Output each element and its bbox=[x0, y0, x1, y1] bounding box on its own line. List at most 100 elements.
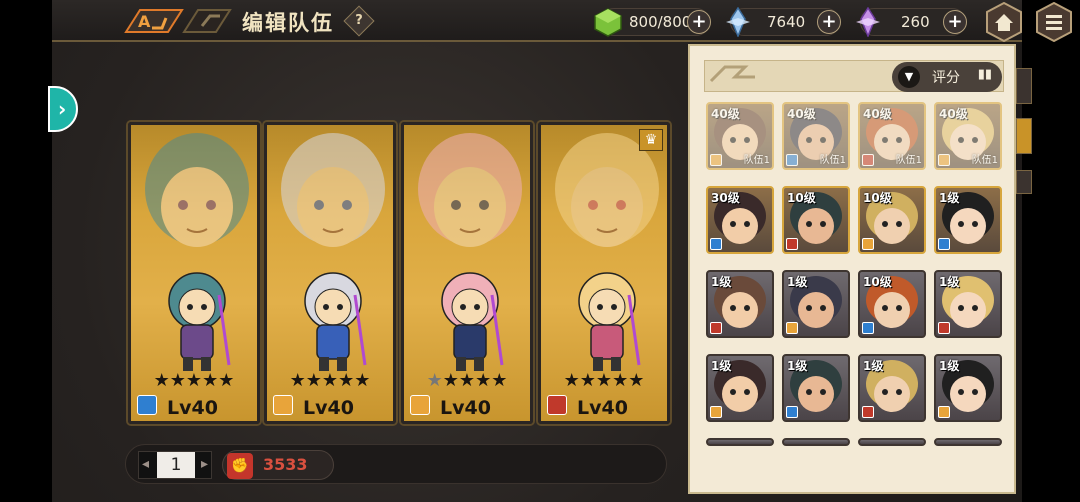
hero-tile-level: 1级 bbox=[711, 359, 732, 373]
hero-tile-level: 40级 bbox=[711, 107, 740, 121]
hero-portrait bbox=[145, 133, 249, 247]
sort-button[interactable]: ▼ 评分 ▮▮ bbox=[892, 62, 1002, 92]
gem-resource: 260 + bbox=[856, 7, 967, 37]
home-button[interactable] bbox=[984, 1, 1024, 43]
filter-icon[interactable]: ▼ bbox=[898, 66, 920, 88]
team-slot-1[interactable]: ★★★★★ Lv40 bbox=[128, 122, 260, 424]
roster-hero-tile-partial[interactable] bbox=[782, 438, 850, 446]
roster-hero-tile[interactable]: 1级 bbox=[934, 354, 1002, 422]
side-tab-2[interactable] bbox=[1016, 118, 1032, 154]
hero-tile-team: 队伍1 bbox=[743, 155, 770, 166]
page-title: 编辑队伍 bbox=[242, 11, 334, 35]
add-gem-button[interactable]: + bbox=[943, 10, 967, 34]
hero-class-icon bbox=[410, 395, 430, 415]
roster-hero-tile[interactable]: 40级 队伍1 bbox=[858, 102, 926, 170]
side-tab-1[interactable] bbox=[1016, 68, 1032, 104]
hero-chibi-sprite bbox=[168, 272, 231, 371]
team-slot-2[interactable]: ★★★★★ Lv40 bbox=[264, 122, 396, 424]
help-button[interactable]: ? bbox=[343, 5, 375, 37]
blue-crystal-icon bbox=[726, 7, 750, 37]
hero-tile-level: 40级 bbox=[787, 107, 816, 121]
green-cube-icon bbox=[594, 8, 622, 37]
hero-tile-level: 30级 bbox=[711, 191, 740, 205]
top-bar: A 编辑队伍 ? 800/800 + 7640 + 260 + bbox=[52, 0, 1022, 42]
fist-icon: ✊ bbox=[227, 453, 253, 479]
hero-tile-level: 1级 bbox=[863, 359, 884, 373]
sort-order-icon: ▮▮ bbox=[977, 67, 992, 82]
hero-class-icon bbox=[938, 154, 950, 166]
help-label: ? bbox=[355, 13, 363, 28]
menu-icon bbox=[1036, 1, 1072, 43]
roster-hero-tile[interactable]: 1级 bbox=[706, 270, 774, 338]
menu-button[interactable] bbox=[1034, 1, 1074, 43]
roster-hero-tile[interactable]: 1级 bbox=[706, 354, 774, 422]
roster-hero-tile-partial[interactable] bbox=[706, 438, 774, 446]
prev-team-icon[interactable]: ◂ bbox=[142, 456, 149, 472]
hero-tile-team: 队伍1 bbox=[895, 155, 922, 166]
team-power: ✊ 3533 bbox=[222, 450, 334, 480]
stamina-resource: 800/800 + bbox=[594, 8, 711, 37]
roster-hero-tile[interactable]: 10级 bbox=[858, 270, 926, 338]
crystal-value: 7640 bbox=[767, 13, 806, 31]
hero-class-icon bbox=[786, 406, 798, 418]
hero-chibi-sprite bbox=[441, 272, 504, 371]
team-page-number[interactable]: 1 bbox=[157, 452, 195, 478]
hero-level: Lv40 bbox=[303, 397, 354, 419]
roster-hero-tile[interactable]: 1级 bbox=[782, 354, 850, 422]
roster-hero-tile[interactable]: 40级 队伍1 bbox=[934, 102, 1002, 170]
hero-portrait bbox=[281, 133, 385, 247]
home-icon bbox=[986, 1, 1022, 43]
hero-class-icon bbox=[938, 238, 950, 250]
next-team-icon[interactable]: ▸ bbox=[201, 456, 208, 472]
roster-hero-tile[interactable]: 40级 队伍1 bbox=[782, 102, 850, 170]
hero-class-icon bbox=[786, 238, 798, 250]
team-pager: ◂ 1 ▸ bbox=[138, 451, 212, 479]
roster-hero-tile-partial[interactable] bbox=[934, 438, 1002, 446]
hero-tile-level: 1级 bbox=[787, 359, 808, 373]
left-letterbox bbox=[0, 0, 52, 502]
hero-class-icon bbox=[862, 406, 874, 418]
hero-tile-level: 1级 bbox=[939, 359, 960, 373]
hero-class-icon bbox=[862, 154, 874, 166]
ribbon-deco-icon bbox=[709, 65, 755, 83]
hero-tile-team: 队伍1 bbox=[819, 155, 846, 166]
add-stamina-button[interactable]: + bbox=[687, 10, 711, 34]
hero-class-icon bbox=[547, 395, 567, 415]
hero-level: Lv40 bbox=[440, 397, 491, 419]
hero-portrait bbox=[418, 133, 522, 247]
hero-class-icon bbox=[938, 322, 950, 334]
roster-hero-tile[interactable]: 1级 bbox=[934, 186, 1002, 254]
leader-crown-icon: ♛ bbox=[639, 129, 663, 151]
side-tab-3[interactable] bbox=[1016, 170, 1032, 194]
purple-crystal-icon bbox=[856, 7, 880, 37]
team-slot-3[interactable]: ★★★★★ Lv40 bbox=[401, 122, 533, 424]
hero-level: Lv40 bbox=[577, 397, 628, 419]
roster-hero-tile-partial[interactable] bbox=[858, 438, 926, 446]
hero-chibi-sprite bbox=[578, 272, 641, 371]
hero-tile-level: 1级 bbox=[711, 275, 732, 289]
crystal-resource: 7640 + bbox=[726, 7, 841, 37]
add-crystal-button[interactable]: + bbox=[817, 10, 841, 34]
back-logo-icon[interactable]: A bbox=[122, 6, 232, 36]
roster-hero-tile[interactable]: 40级 队伍1 bbox=[706, 102, 774, 170]
hero-star-rating: ★★★★★ bbox=[426, 370, 508, 391]
chevron-right-icon: › bbox=[58, 97, 67, 121]
roster-hero-tile[interactable]: 1级 bbox=[782, 270, 850, 338]
expand-panel-button[interactable]: › bbox=[48, 86, 78, 132]
hero-tile-level: 40级 bbox=[863, 107, 892, 121]
hero-class-icon bbox=[710, 238, 722, 250]
roster-hero-tile[interactable]: 1级 bbox=[934, 270, 1002, 338]
team-power-value: 3533 bbox=[263, 455, 308, 474]
roster-hero-tile[interactable]: 10级 bbox=[858, 186, 926, 254]
hero-star-rating: ★★★★★ bbox=[289, 370, 371, 391]
hero-tile-level: 40级 bbox=[939, 107, 968, 121]
hero-class-icon bbox=[786, 322, 798, 334]
hero-tile-team: 队伍1 bbox=[971, 155, 998, 166]
team-slot-4[interactable]: ♛ ★★★★★ Lv40 bbox=[538, 122, 670, 424]
roster-hero-tile[interactable]: 1级 bbox=[858, 354, 926, 422]
roster-hero-tile[interactable]: 10级 bbox=[782, 186, 850, 254]
hero-class-icon bbox=[273, 395, 293, 415]
hero-tile-level: 10级 bbox=[863, 275, 892, 289]
svg-text:A: A bbox=[138, 12, 151, 31]
roster-hero-tile[interactable]: 30级 bbox=[706, 186, 774, 254]
